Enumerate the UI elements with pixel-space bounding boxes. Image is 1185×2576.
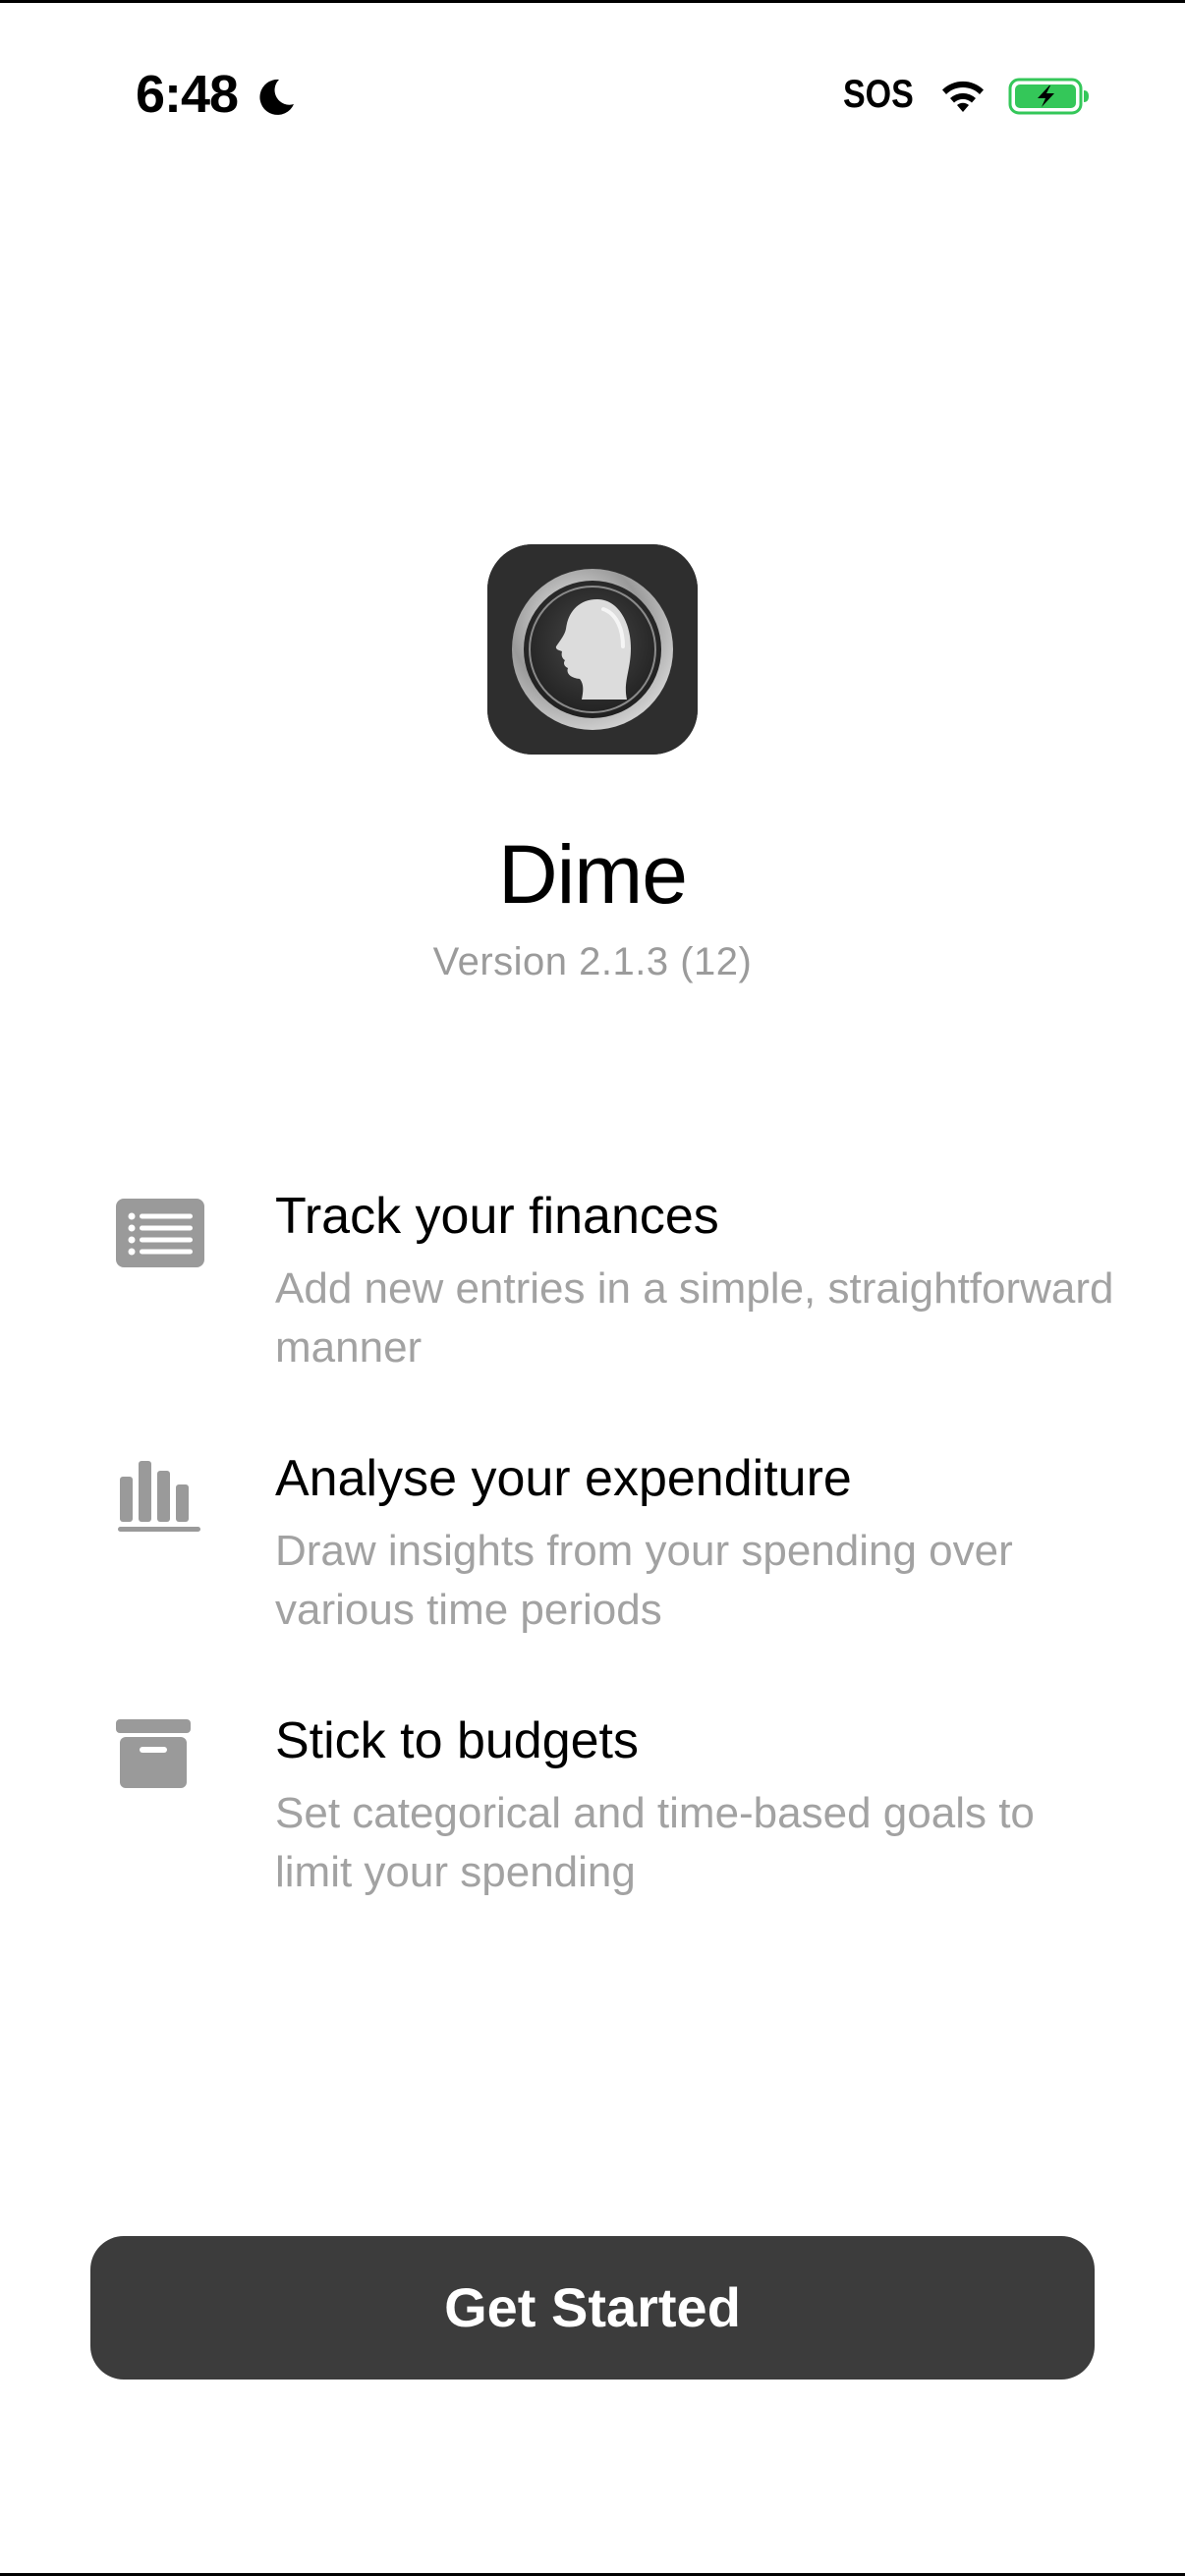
bar-chart-icon: [118, 1461, 200, 1532]
feature-description: Add new entries in a simple, straightfor…: [275, 1264, 1114, 1372]
feature-title: Analyse your expenditure: [275, 1450, 852, 1507]
feature-description: Draw insights from your spending over va…: [275, 1527, 1013, 1634]
status-bar: 6:48 SOS: [0, 0, 1185, 147]
battery-charging-icon: [1008, 78, 1089, 115]
list-icon: [116, 1199, 204, 1267]
app-version: Version 2.1.3 (12): [432, 940, 753, 983]
feature-description: Set categorical and time-based goals to …: [275, 1789, 1035, 1896]
get-started-button[interactable]: Get Started: [90, 2236, 1095, 2380]
feature-analyse-expenditure: Analyse your expenditure Draw insights f…: [0, 1447, 1185, 1663]
app-name: Dime: [497, 828, 688, 921]
wifi-icon: [942, 81, 984, 112]
status-time: 6:48: [136, 65, 239, 124]
feature-title: Track your finances: [275, 1188, 719, 1245]
moon-icon: [259, 79, 294, 115]
sos-indicator: SOS: [843, 73, 914, 116]
feature-title: Stick to budgets: [275, 1712, 639, 1769]
app-icon: [487, 544, 698, 755]
feature-track-finances: Track your finances Add new entries in a…: [0, 1185, 1185, 1401]
feature-stick-to-budgets: Stick to budgets Set categorical and tim…: [0, 1709, 1185, 1926]
coin-profile-icon: [487, 544, 698, 755]
archive-box-icon: [116, 1719, 191, 1788]
